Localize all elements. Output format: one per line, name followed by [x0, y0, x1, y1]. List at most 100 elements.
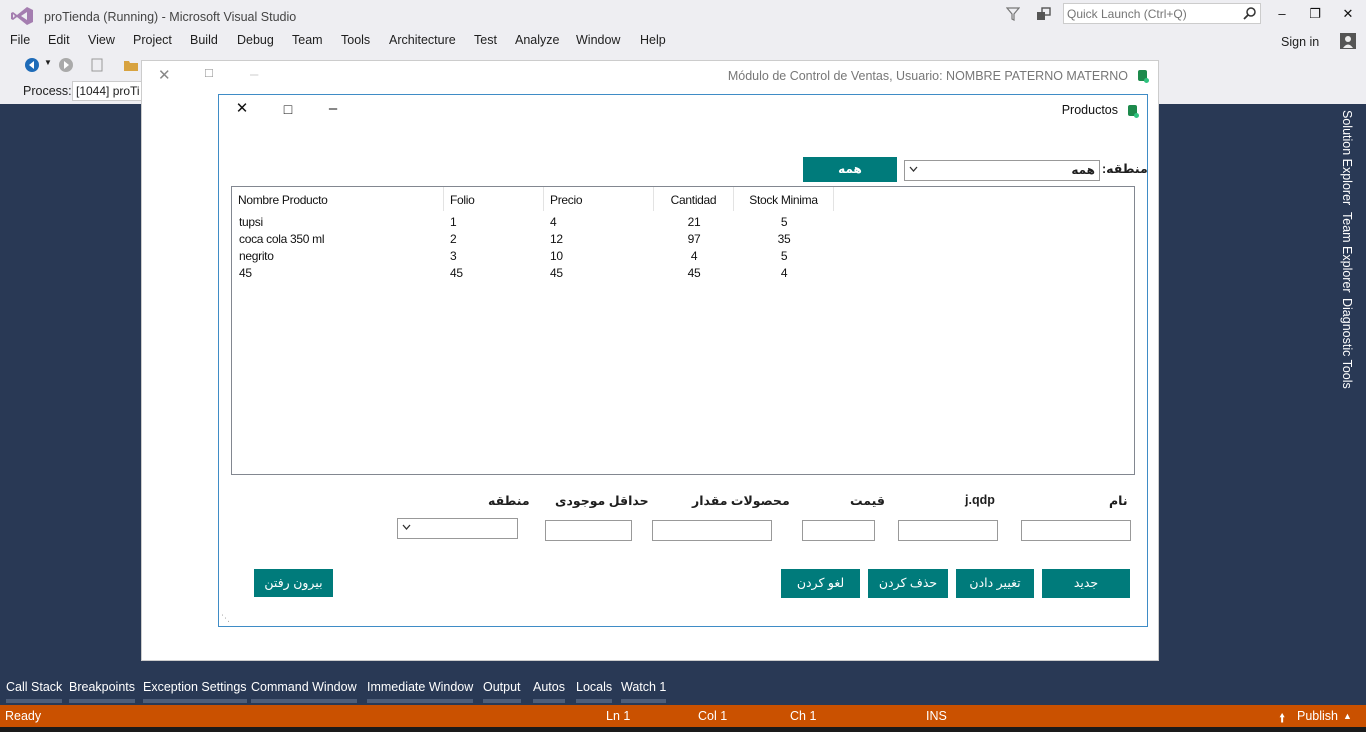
menu-tools[interactable]: Tools [341, 33, 370, 47]
filter-icon[interactable] [1006, 6, 1020, 22]
mdi-header: ✕ □ – Módulo de Control de Ventas, Usuar… [142, 61, 1158, 93]
visual-studio-logo-icon [11, 7, 33, 25]
column-header-name[interactable]: Nombre Producto [232, 187, 444, 211]
cell-name: tupsi [239, 215, 263, 229]
column-header-quantity[interactable]: Cantidad [654, 187, 734, 211]
region-filter-select[interactable]: همه [904, 160, 1100, 181]
tab-solution-explorer[interactable]: Solution Explorer [1340, 110, 1354, 205]
tab-exception-settings[interactable]: Exception Settings [143, 680, 247, 703]
app-icon [1138, 70, 1149, 83]
menu-file[interactable]: File [10, 33, 30, 47]
cell-quantity: 45 [687, 266, 701, 280]
cell-price: 45 [550, 266, 563, 280]
chevron-down-icon[interactable]: ▼ [44, 58, 52, 67]
cell-name: 45 [239, 266, 252, 280]
taskbar-strip [0, 727, 1366, 732]
quick-launch-input[interactable] [1064, 4, 1239, 23]
tab-diagnostic-tools[interactable]: Diagnostic Tools [1340, 298, 1354, 389]
menu-help[interactable]: Help [640, 33, 666, 47]
form-maximize-icon[interactable]: □ [279, 100, 297, 118]
tab-call-stack[interactable]: Call Stack [6, 680, 63, 703]
table-row[interactable]: 45 45 45 45 4 [232, 265, 1134, 282]
name-input[interactable] [1021, 520, 1131, 541]
column-header-min-stock[interactable]: Stock Minima [734, 187, 834, 211]
quick-launch-box[interactable] [1063, 3, 1261, 24]
menu-analyze[interactable]: Analyze [515, 33, 559, 47]
menu-bar: File Edit View Project Build Debug Team … [0, 30, 1366, 52]
tab-watch-1[interactable]: Watch 1 [621, 680, 667, 703]
cell-folio: 2 [450, 232, 457, 246]
feedback-icon[interactable] [1036, 6, 1052, 22]
menu-debug[interactable]: Debug [237, 33, 274, 47]
chevron-down-icon[interactable] [908, 164, 919, 175]
back-icon[interactable] [24, 57, 40, 73]
quantity-input[interactable] [652, 520, 772, 541]
quantity-label: محصولات مقدار [692, 494, 790, 508]
new-button[interactable]: جدید [1042, 569, 1130, 598]
table-row[interactable]: negrito 3 10 4 5 [232, 248, 1134, 265]
restore-icon[interactable]: ❐ [1305, 6, 1325, 22]
process-select[interactable]: [1044] proTi [72, 81, 152, 101]
exit-button[interactable]: بیرون رفتن [254, 569, 333, 597]
open-folder-icon[interactable] [123, 57, 139, 73]
code-input[interactable] [898, 520, 998, 541]
mdi-close-icon[interactable]: ✕ [158, 66, 171, 84]
menu-project[interactable]: Project [133, 33, 172, 47]
table-row[interactable]: coca cola 350 ml 2 12 97 35 [232, 231, 1134, 248]
cell-min-stock: 5 [780, 249, 788, 263]
mdi-maximize-icon[interactable]: □ [205, 65, 213, 80]
mdi-minimize-icon[interactable]: – [250, 66, 258, 83]
region-select[interactable] [397, 518, 518, 539]
column-header-folio[interactable]: Folio [444, 187, 544, 211]
min-stock-label: حداقل موجودی [555, 494, 649, 508]
tab-immediate-window[interactable]: Immediate Window [367, 680, 474, 703]
sign-in-link[interactable]: Sign in [1281, 35, 1319, 49]
edit-button[interactable]: تغییر دادن [956, 569, 1034, 598]
close-icon[interactable]: ✕ [1338, 6, 1358, 22]
menu-window[interactable]: Window [576, 33, 620, 47]
tab-locals[interactable]: Locals [576, 680, 613, 703]
cancel-button[interactable]: لغو کردن [781, 569, 860, 598]
cell-quantity: 4 [690, 249, 698, 263]
cell-min-stock: 4 [780, 266, 788, 280]
chevron-down-icon[interactable] [401, 522, 412, 533]
chevron-up-icon[interactable]: ▲ [1343, 711, 1352, 721]
menu-view[interactable]: View [88, 33, 115, 47]
menu-test[interactable]: Test [474, 33, 497, 47]
code-label: j.qdp [965, 493, 995, 507]
status-line: Ln 1 [606, 709, 631, 723]
cell-quantity: 21 [687, 215, 701, 229]
status-insert-mode: INS [926, 709, 947, 723]
products-grid[interactable]: Nombre Producto Folio Precio Cantidad St… [231, 186, 1135, 475]
column-header-price[interactable]: Precio [544, 187, 654, 211]
new-project-icon[interactable] [90, 57, 106, 73]
price-input[interactable] [802, 520, 875, 541]
grid-header: Nombre Producto Folio Precio Cantidad St… [232, 187, 1134, 211]
account-icon[interactable] [1340, 33, 1356, 49]
publish-button[interactable]: Publish [1297, 709, 1338, 723]
name-label: نام [1109, 494, 1128, 508]
menu-team[interactable]: Team [292, 33, 323, 47]
minimize-icon[interactable]: – [1272, 6, 1292, 22]
delete-button[interactable]: حذف کردن [868, 569, 948, 598]
show-all-button[interactable]: همه [803, 157, 897, 182]
menu-edit[interactable]: Edit [48, 33, 70, 47]
cell-min-stock: 5 [780, 215, 788, 229]
resize-grip-icon[interactable]: ⋱ [221, 613, 230, 624]
forward-icon[interactable] [58, 57, 74, 73]
tab-command-window[interactable]: Command Window [251, 680, 357, 703]
window-title: proTienda (Running) - Microsoft Visual S… [44, 10, 297, 24]
menu-build[interactable]: Build [190, 33, 218, 47]
cell-name: negrito [239, 249, 274, 263]
form-minimize-icon[interactable]: – [324, 100, 342, 118]
tab-output[interactable]: Output [483, 680, 521, 703]
tab-autos[interactable]: Autos [533, 680, 565, 703]
table-row[interactable]: tupsi 1 4 21 5 [232, 214, 1134, 231]
form-close-icon[interactable]: ✕ [233, 100, 251, 118]
tab-team-explorer[interactable]: Team Explorer [1340, 212, 1354, 293]
region-filter-value: همه [1071, 163, 1095, 177]
tab-breakpoints[interactable]: Breakpoints [69, 680, 136, 703]
min-stock-input[interactable] [545, 520, 632, 541]
search-icon[interactable] [1243, 6, 1257, 20]
menu-architecture[interactable]: Architecture [389, 33, 456, 47]
